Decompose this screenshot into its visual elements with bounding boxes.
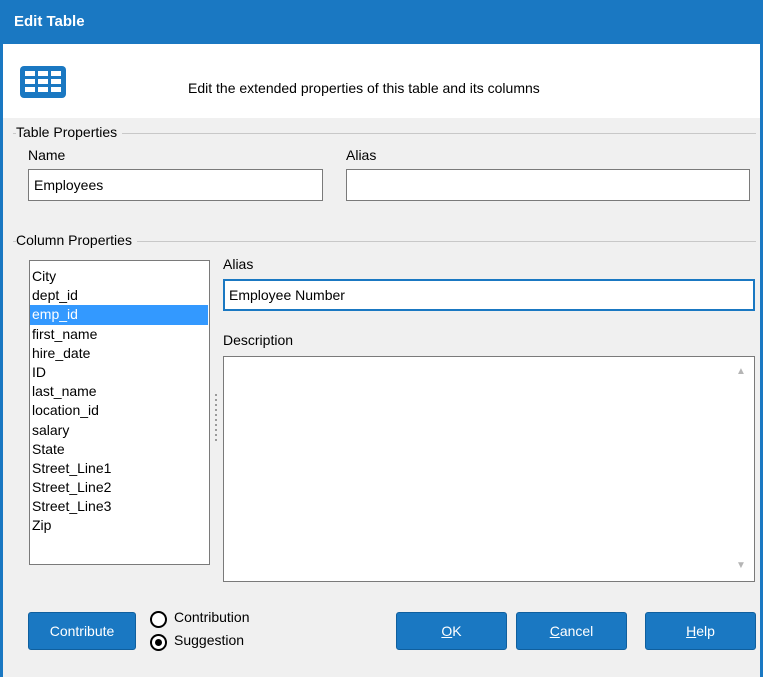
- name-label: Name: [28, 147, 66, 163]
- column-list-item[interactable]: Zip: [30, 516, 209, 535]
- suggestion-radio-label[interactable]: Suggestion: [174, 632, 244, 648]
- contribute-button[interactable]: Contribute: [28, 612, 136, 650]
- ok-button[interactable]: OK: [396, 612, 507, 650]
- scroll-down-arrow-icon[interactable]: ▼: [736, 561, 746, 571]
- header-description: Edit the extended properties of this tab…: [188, 80, 540, 96]
- column-list-item[interactable]: City: [30, 267, 209, 286]
- column-alias-input[interactable]: [223, 279, 755, 311]
- column-list-item[interactable]: Street_Line3: [30, 497, 209, 516]
- help-label-rest: elp: [696, 623, 715, 639]
- columns-listbox[interactable]: City dept_id emp_id first_name hire_date ID la…: [29, 260, 210, 565]
- help-button[interactable]: Help: [645, 612, 756, 650]
- column-list-item[interactable]: emp_id: [30, 305, 208, 325]
- scroll-up-arrow-icon[interactable]: ▲: [736, 367, 746, 377]
- column-alias-label: Alias: [223, 256, 254, 272]
- column-properties-label: Column Properties: [16, 232, 137, 248]
- description-label: Description: [223, 332, 294, 348]
- suggestion-radio[interactable]: [150, 634, 167, 651]
- header-band: Edit the extended properties of this tab…: [3, 44, 760, 118]
- cancel-button[interactable]: Cancel: [516, 612, 627, 650]
- table-properties-divider: [13, 133, 756, 134]
- column-list-item[interactable]: Street_Line1: [30, 459, 209, 478]
- cancel-mnemonic: C: [549, 623, 560, 639]
- contribution-radio-label[interactable]: Contribution: [174, 609, 250, 625]
- cancel-label-rest: ancel: [559, 623, 594, 639]
- column-list-item[interactable]: ID: [30, 363, 209, 382]
- table-properties-label: Table Properties: [16, 124, 123, 140]
- table-alias-input[interactable]: [346, 169, 750, 201]
- column-list-item[interactable]: last_name: [30, 382, 209, 401]
- table-name-input[interactable]: [28, 169, 323, 201]
- table-alias-label: Alias: [346, 147, 377, 163]
- column-list-item[interactable]: Street_Line2: [30, 478, 209, 497]
- help-mnemonic: H: [686, 623, 697, 639]
- description-textarea[interactable]: ▲ ▼: [223, 356, 755, 582]
- column-list-item[interactable]: dept_id: [30, 286, 209, 305]
- contribution-radio[interactable]: [150, 611, 167, 628]
- edit-table-dialog: Edit Table Edit the extended properties …: [0, 0, 763, 677]
- dialog-title-bar: Edit Table: [3, 0, 760, 44]
- column-list-item[interactable]: location_id: [30, 401, 209, 420]
- table-grid-icon: [20, 66, 66, 98]
- ok-label-rest: K: [452, 623, 462, 639]
- dialog-title: Edit Table: [14, 13, 85, 30]
- column-list-item[interactable]: hire_date: [30, 344, 209, 363]
- column-list-item[interactable]: first_name: [30, 325, 209, 344]
- splitter-handle[interactable]: [215, 394, 218, 446]
- column-list-item[interactable]: State: [30, 440, 209, 459]
- ok-mnemonic: O: [441, 623, 453, 639]
- column-list-item[interactable]: salary: [30, 421, 209, 440]
